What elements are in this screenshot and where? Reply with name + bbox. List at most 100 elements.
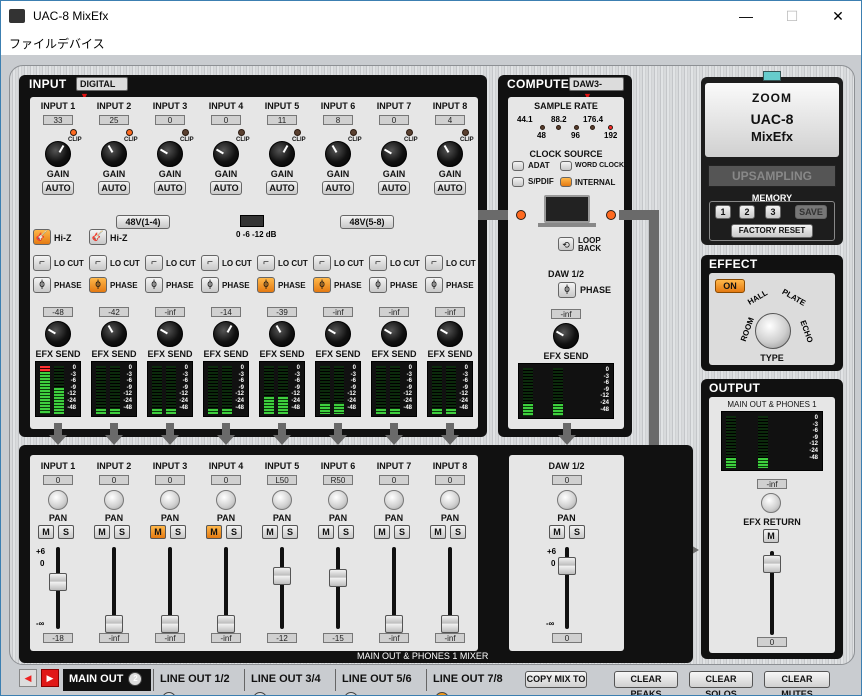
daw-efx-send-knob[interactable] — [553, 323, 579, 349]
efx-send-knob[interactable] — [437, 321, 463, 347]
tab-line-out-12[interactable]: LINE OUT 1/2 2 — [153, 669, 243, 695]
mixer-mute-button[interactable]: M — [374, 525, 390, 539]
auto-button[interactable]: AUTO — [266, 181, 298, 195]
phase-button[interactable]: ϕ — [425, 277, 443, 293]
mixer-fader-cap[interactable] — [329, 569, 347, 587]
auto-button[interactable]: AUTO — [378, 181, 410, 195]
gain-knob[interactable] — [437, 141, 463, 167]
phase-button[interactable]: ϕ — [145, 277, 163, 293]
mixer-solo-button[interactable]: S — [394, 525, 410, 539]
auto-button[interactable]: AUTO — [434, 181, 466, 195]
minimize-button[interactable]: — — [723, 1, 769, 31]
mixer-pan-knob[interactable] — [104, 490, 124, 510]
menu-device[interactable]: デバイス — [57, 35, 105, 52]
mixer-mute-button[interactable]: M — [262, 525, 278, 539]
mixer-pan-knob[interactable] — [48, 490, 68, 510]
phase-button[interactable]: ϕ — [33, 277, 51, 293]
phase-button[interactable]: ϕ — [201, 277, 219, 293]
tab-next-button[interactable]: ▶ — [41, 669, 59, 687]
phantom-48v-5-8-button[interactable]: 48V(5-8) — [340, 215, 394, 229]
mixer-fader-cap[interactable] — [217, 615, 235, 633]
pad-switch[interactable] — [240, 215, 264, 227]
mixer-mute-button[interactable]: M — [206, 525, 222, 539]
phase-button[interactable]: ϕ — [89, 277, 107, 293]
locut-button[interactable]: ⌐ — [201, 255, 219, 271]
memory-3-button[interactable]: 3 — [765, 205, 781, 219]
efx-send-knob[interactable] — [325, 321, 351, 347]
locut-button[interactable]: ⌐ — [33, 255, 51, 271]
daw-phase-button[interactable]: ϕ — [558, 282, 576, 298]
mixer-daw-fader-cap[interactable] — [558, 557, 576, 575]
mixer-daw-mute-button[interactable]: M — [549, 525, 565, 539]
effect-on-button[interactable]: ON — [715, 279, 745, 293]
memory-1-button[interactable]: 1 — [715, 205, 731, 219]
gain-knob[interactable] — [45, 141, 71, 167]
mixer-pan-knob[interactable] — [440, 490, 460, 510]
auto-button[interactable]: AUTO — [42, 181, 74, 195]
maximize-button[interactable]: ☐ — [769, 1, 815, 31]
efx-send-knob[interactable] — [45, 321, 71, 347]
mixer-solo-button[interactable]: S — [170, 525, 186, 539]
mixer-pan-knob[interactable] — [216, 490, 236, 510]
gain-knob[interactable] — [381, 141, 407, 167]
clear-mutes-button[interactable]: CLEAR MUTES — [764, 671, 830, 695]
mixer-solo-button[interactable]: S — [226, 525, 242, 539]
tab-prev-button[interactable]: ◀ — [19, 669, 37, 687]
auto-button[interactable]: AUTO — [322, 181, 354, 195]
mixer-fader-cap[interactable] — [273, 567, 291, 585]
mixer-fader-cap[interactable] — [385, 615, 403, 633]
hiz-button[interactable]: 🎸 — [89, 229, 107, 245]
auto-button[interactable]: AUTO — [210, 181, 242, 195]
sample-rate-selector[interactable]: 44.1 88.2 176.4 48 96 192 — [514, 113, 618, 141]
phantom-48v-1-4-button[interactable]: 48V(1-4) — [116, 215, 170, 229]
output-fader-cap[interactable] — [763, 555, 781, 573]
locut-button[interactable]: ⌐ — [257, 255, 275, 271]
mixer-mute-button[interactable]: M — [94, 525, 110, 539]
gain-knob[interactable] — [325, 141, 351, 167]
locut-button[interactable]: ⌐ — [89, 255, 107, 271]
menu-file[interactable]: ファイル — [9, 35, 57, 52]
gain-knob[interactable] — [269, 141, 295, 167]
hiz-button[interactable]: 🎸 — [33, 229, 51, 245]
copy-mix-to-button[interactable]: COPY MIX TO — [525, 671, 587, 688]
locut-button[interactable]: ⌐ — [145, 255, 163, 271]
memory-2-button[interactable]: 2 — [739, 205, 755, 219]
save-button[interactable]: SAVE — [795, 205, 827, 219]
mixer-mute-button[interactable]: M — [318, 525, 334, 539]
efx-send-knob[interactable] — [157, 321, 183, 347]
clock-word-button[interactable] — [560, 161, 572, 171]
tab-main-out[interactable]: MAIN OUT 2 — [63, 669, 151, 691]
mixer-mute-button[interactable]: M — [150, 525, 166, 539]
mixer-solo-button[interactable]: S — [114, 525, 130, 539]
phase-button[interactable]: ϕ — [313, 277, 331, 293]
factory-reset-button[interactable]: FACTORY RESET — [731, 224, 813, 238]
efx-send-knob[interactable] — [269, 321, 295, 347]
output-mute-button[interactable]: M — [763, 529, 779, 543]
gain-knob[interactable] — [157, 141, 183, 167]
mixer-pan-knob[interactable] — [328, 490, 348, 510]
clock-adat-button[interactable] — [512, 161, 524, 171]
mixer-pan-knob[interactable] — [160, 490, 180, 510]
locut-button[interactable]: ⌐ — [313, 255, 331, 271]
mixer-pan-knob[interactable] — [272, 490, 292, 510]
loopback-button[interactable]: ⟲ — [558, 237, 574, 251]
upsampling-button[interactable]: UPSAMPLING — [708, 165, 836, 187]
clock-spdif-button[interactable] — [512, 177, 524, 187]
mixer-mute-button[interactable]: M — [430, 525, 446, 539]
mixer-daw-pan-knob[interactable] — [557, 490, 577, 510]
tab-line-out-78[interactable]: LINE OUT 7/8 2 — [426, 669, 516, 695]
mixer-fader-cap[interactable] — [49, 573, 67, 591]
mixer-solo-button[interactable]: S — [450, 525, 466, 539]
mixer-fader-cap[interactable] — [105, 615, 123, 633]
clock-internal-button[interactable] — [560, 177, 572, 187]
mixer-fader-cap[interactable] — [161, 615, 179, 633]
efx-send-knob[interactable] — [101, 321, 127, 347]
locut-button[interactable]: ⌐ — [425, 255, 443, 271]
clear-solos-button[interactable]: CLEAR SOLOS — [689, 671, 753, 695]
mixer-pan-knob[interactable] — [384, 490, 404, 510]
effect-type-knob[interactable] — [755, 313, 791, 349]
gain-knob[interactable] — [213, 141, 239, 167]
mixer-fader-cap[interactable] — [441, 615, 459, 633]
mixer-mute-button[interactable]: M — [38, 525, 54, 539]
efx-send-knob[interactable] — [213, 321, 239, 347]
